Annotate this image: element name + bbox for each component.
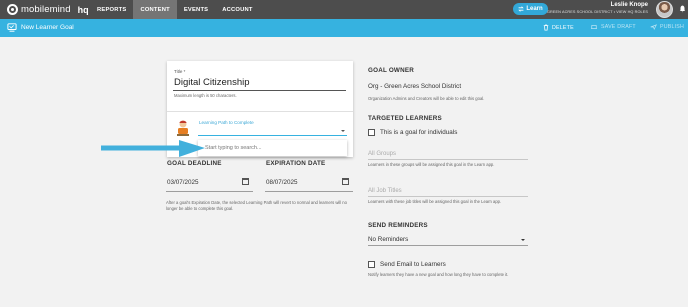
reminders-select[interactable]: No Reminders <box>368 236 408 243</box>
expiration-date-input[interactable]: 08/07/2025 <box>266 179 298 186</box>
goal-owner-value: Org - Green Acres School District <box>368 83 462 90</box>
send-email-label: Send Email to Learners <box>380 261 446 268</box>
calendar-icon[interactable] <box>342 178 349 185</box>
publish-label: PUBLISH <box>660 24 685 30</box>
delete-label: DELETE <box>552 24 574 31</box>
calendar-icon[interactable] <box>242 178 249 185</box>
trash-icon <box>543 24 549 31</box>
user-org-roles[interactable]: GREEN ACRES SCHOOL DISTRICT • VIEW HQ RO… <box>547 10 648 14</box>
save-draft-button[interactable]: SAVE DRAFT <box>590 24 636 30</box>
groups-help: Learners in these groups will be assigne… <box>368 162 495 167</box>
all-groups-input[interactable]: All Groups <box>368 151 396 157</box>
page-header: New Learner Goal DELETE SAVE DRAFT PUBLI… <box>0 19 688 37</box>
job-titles-help: Learners with these job titles will be a… <box>368 199 502 204</box>
avatar[interactable] <box>656 1 673 18</box>
send-icon <box>650 24 657 30</box>
learn-button[interactable]: Learn <box>513 3 548 15</box>
card-divider <box>167 111 353 112</box>
send-email-help: Notify learners they have a new goal and… <box>368 272 509 277</box>
user-name: Leslie Knope <box>610 2 648 8</box>
title-hint: Maximum length is 50 characters. <box>174 93 237 98</box>
nav-events[interactable]: EVENTS <box>177 0 215 19</box>
nav-account[interactable]: ACCOUNT <box>215 0 259 19</box>
learning-path-label: Learning Path to Complete <box>199 120 254 125</box>
top-navbar: mobilemind hq REPORTS CONTENT EVENTS ACC… <box>0 0 688 19</box>
nav-content[interactable]: CONTENT <box>133 0 177 19</box>
goal-deadline-underline <box>166 191 253 192</box>
expiration-date-heading: EXPIRATION DATE <box>266 160 326 167</box>
individuals-label: This is a goal for individuals <box>380 129 458 136</box>
user-info[interactable]: Leslie Knope GREEN ACRES SCHOOL DISTRICT… <box>547 2 648 14</box>
individuals-checkbox[interactable] <box>368 129 375 136</box>
save-draft-label: SAVE DRAFT <box>601 24 636 30</box>
learning-path-icon <box>177 120 189 136</box>
delete-button[interactable]: DELETE <box>543 24 574 31</box>
deadline-help-text: After a goal's Expiration Date, the sele… <box>166 200 347 211</box>
nav-reports[interactable]: REPORTS <box>90 0 133 19</box>
learning-path-select[interactable] <box>198 135 347 136</box>
title-field-label: Title * <box>174 69 186 74</box>
goal-icon <box>7 23 17 32</box>
title-input-underline <box>173 90 346 91</box>
targeted-learners-heading: TARGETED LEARNERS <box>368 115 442 122</box>
all-groups-underline <box>368 159 528 160</box>
goal-deadline-heading: GOAL DEADLINE <box>167 160 222 167</box>
send-reminders-heading: SEND REMINDERS <box>368 222 428 229</box>
learn-button-label: Learn <box>526 6 543 12</box>
goal-owner-help: Organization Admins and Creators will be… <box>368 96 485 101</box>
chevron-down-icon[interactable] <box>521 239 525 241</box>
expiration-date-underline <box>265 191 353 192</box>
learning-path-search-input[interactable]: Start typing to search... <box>205 145 262 151</box>
job-titles-input[interactable]: All Job Titles <box>368 188 402 194</box>
brand-name: mobilemind <box>21 4 71 15</box>
brand-suffix: hq <box>77 4 89 15</box>
reminders-underline <box>368 245 528 246</box>
logo[interactable]: mobilemind hq <box>7 3 89 16</box>
send-email-checkbox[interactable] <box>368 261 375 268</box>
mobilemind-logo-icon <box>7 4 18 15</box>
goal-owner-heading: GOAL OWNER <box>368 67 414 74</box>
switch-icon <box>518 6 525 12</box>
bell-icon[interactable] <box>679 5 686 13</box>
publish-button[interactable]: PUBLISH <box>650 24 684 30</box>
page-title: New Learner Goal <box>21 24 74 31</box>
goal-deadline-input[interactable]: 03/07/2025 <box>167 179 199 186</box>
main-nav: REPORTS CONTENT EVENTS ACCOUNT <box>90 0 260 19</box>
title-input[interactable]: Digital Citizenship <box>174 77 250 88</box>
save-draft-icon <box>591 25 597 29</box>
learning-path-dropdown[interactable]: Start typing to search... <box>198 140 347 156</box>
job-titles-underline <box>368 196 528 197</box>
arrow-pointer-icon <box>101 140 205 157</box>
chevron-down-icon[interactable] <box>341 130 345 132</box>
